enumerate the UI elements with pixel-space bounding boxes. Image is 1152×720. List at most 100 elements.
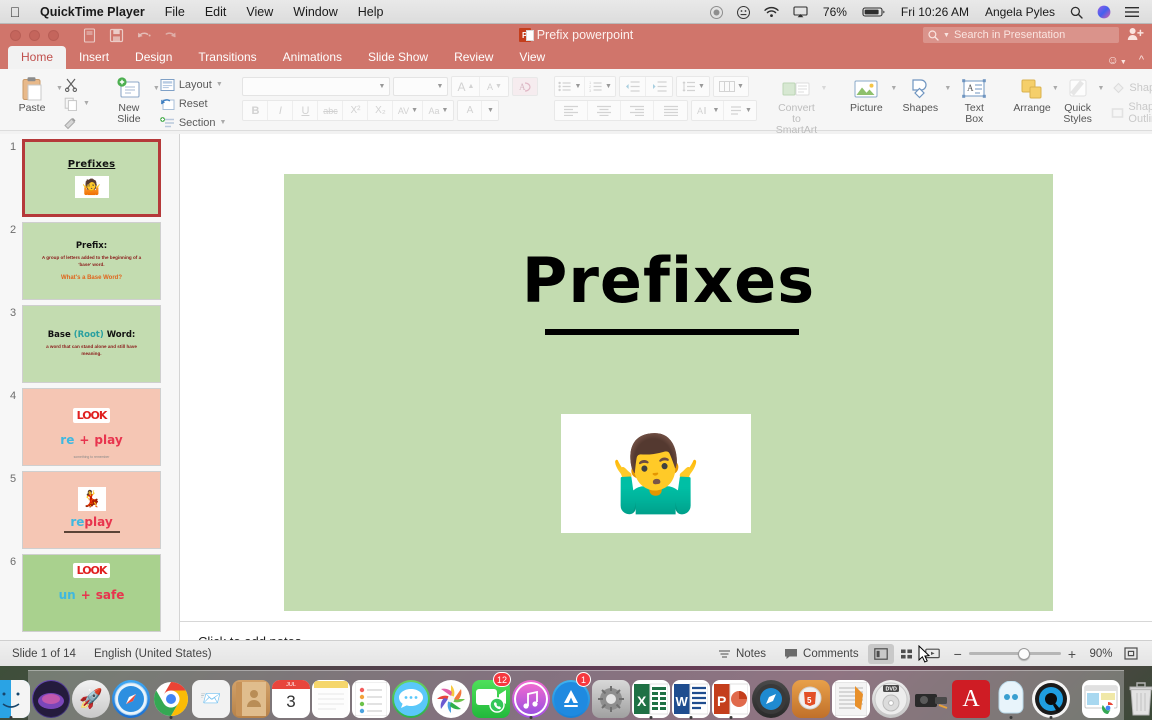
dock-item-launchpad[interactable]: 🚀 — [72, 674, 110, 718]
paste-dropdown-arrow[interactable]: ▼ — [55, 71, 63, 92]
numbering-button[interactable]: 1 2 3 ▼ — [585, 77, 616, 96]
underline-button[interactable]: U — [293, 101, 319, 120]
menu-file[interactable]: File — [155, 0, 195, 24]
paste-button[interactable]: Paste — [9, 71, 55, 114]
search-input[interactable]: ▼ Search in Presentation — [923, 27, 1119, 43]
convert-to-smartart-button[interactable]: Convert to SmartArt — [773, 71, 819, 136]
dock-item-reminders[interactable] — [352, 674, 390, 718]
comments-button[interactable]: Comments — [775, 644, 868, 664]
shape-fill-button[interactable]: Shape Fill ▼ — [1110, 79, 1152, 96]
cut-button[interactable] — [63, 76, 90, 93]
slide-title-text[interactable]: Prefixes — [284, 244, 1053, 317]
font-name-select[interactable]: ▼ — [242, 77, 391, 96]
slide-image-placeholder[interactable]: 🤷‍♂️ — [561, 414, 751, 533]
tab-transitions[interactable]: Transitions — [185, 46, 269, 69]
align-text-button[interactable]: ▼ — [724, 101, 757, 120]
dock-item-photo-booth[interactable] — [992, 674, 1030, 719]
shapes-dropdown-arrow[interactable]: ▼ — [943, 71, 951, 92]
copy-button[interactable]: ▼ — [63, 95, 90, 112]
clock[interactable]: Fri 10:26 AM — [893, 0, 977, 24]
dock-item-safari[interactable] — [112, 674, 150, 718]
dock-item-messages[interactable] — [392, 674, 430, 718]
slide-thumbnail-1[interactable]: Prefixes 🤷 — [22, 139, 161, 217]
shape-outline-button[interactable]: Shape Outline ▼ — [1110, 101, 1152, 125]
dock-item-photos[interactable] — [432, 674, 470, 718]
dock-item-safari-alt[interactable] — [752, 674, 790, 718]
shrink-font-button[interactable]: A ▼ — [480, 77, 509, 96]
slide-thumbnail-3[interactable]: Base (Root) Word: a word that can stand … — [22, 305, 161, 383]
strikethrough-button[interactable]: abc — [318, 101, 344, 120]
clear-formatting-button[interactable]: A — [512, 77, 539, 96]
italic-button[interactable]: I — [268, 101, 294, 120]
align-right-button[interactable] — [621, 101, 655, 120]
dock-item-finder[interactable] — [0, 674, 30, 719]
layout-button[interactable]: Layout ▼ — [160, 76, 227, 93]
section-button[interactable]: Section ▼ — [160, 114, 226, 131]
share-icon[interactable] — [1127, 27, 1144, 44]
tab-home[interactable]: Home — [8, 46, 67, 69]
zoom-slider[interactable]: − + — [946, 646, 1084, 662]
dock-item-word[interactable]: W — [672, 674, 710, 719]
font-color-button[interactable]: A — [458, 101, 483, 120]
collapse-ribbon-icon[interactable]: ^ — [1139, 54, 1144, 66]
slide-thumbnails-panel[interactable]: 1 Prefixes 🤷 2 Prefix: A group of letter… — [0, 134, 180, 660]
new-slide-dropdown-arrow[interactable]: ▼ — [152, 71, 160, 92]
dock-item-excel[interactable]: X — [632, 674, 670, 719]
bullets-button[interactable]: ▼ — [555, 77, 586, 96]
tab-animations[interactable]: Animations — [270, 46, 355, 69]
zoom-track[interactable] — [968, 647, 1061, 660]
current-slide-canvas[interactable]: Prefixes 🤷‍♂️ — [284, 174, 1053, 611]
menu-window[interactable]: Window — [283, 0, 347, 24]
dock-item-powerpoint[interactable]: P — [712, 674, 750, 719]
dock-item-contacts[interactable] — [232, 674, 270, 718]
menu-edit[interactable]: Edit — [195, 0, 237, 24]
quick-styles-button[interactable]: Quick Styles — [1059, 71, 1097, 125]
align-center-button[interactable] — [588, 101, 622, 120]
dock-item-chrome[interactable] — [152, 674, 190, 719]
dock-item-siri[interactable] — [32, 674, 70, 718]
text-direction-button[interactable]: A ▼ — [692, 101, 725, 120]
decrease-indent-button[interactable] — [620, 77, 647, 96]
subscript-button[interactable]: X₂ — [368, 101, 394, 120]
slide-editor[interactable]: Prefixes 🤷‍♂️ Click to add notes — [180, 134, 1152, 660]
slide-thumbnail-5[interactable]: 💃 replay — [22, 471, 161, 549]
dock-item-html5[interactable]: 5 — [792, 674, 830, 718]
dock-item-adobe-reader[interactable]: A — [952, 674, 990, 718]
bold-button[interactable]: B — [243, 101, 269, 120]
zoom-in-button[interactable]: + — [1068, 646, 1076, 662]
font-size-select[interactable]: ▼ — [393, 77, 449, 96]
dock-item-textedit[interactable] — [832, 674, 870, 718]
minimize-button[interactable] — [29, 29, 40, 41]
align-left-button[interactable] — [555, 101, 589, 120]
change-case-button[interactable]: Aa ▼ — [423, 101, 454, 120]
character-spacing-button[interactable]: AV ▼ — [393, 101, 424, 120]
fit-to-window-button[interactable] — [1118, 644, 1144, 664]
reset-button[interactable]: Reset — [160, 95, 227, 112]
arrange-button[interactable]: Arrange — [1013, 71, 1051, 114]
battery-icon[interactable] — [855, 0, 893, 24]
save-as-icon[interactable] — [81, 27, 98, 44]
notes-button[interactable]: Notes — [709, 644, 775, 664]
tab-insert[interactable]: Insert — [66, 46, 122, 69]
dock-item-facetime[interactable]: 12 — [472, 672, 511, 718]
dock-item-itunes[interactable] — [512, 674, 550, 719]
text-box-button[interactable]: A Text Box — [951, 71, 997, 125]
smartart-dropdown-arrow[interactable]: ▼ — [819, 71, 827, 92]
dock-item-app-store[interactable]: 1 — [552, 672, 591, 718]
grow-font-button[interactable]: A ▲ — [452, 77, 481, 96]
dock-item-calendar[interactable]: JUL 3 — [272, 674, 310, 718]
tab-slide-show[interactable]: Slide Show — [355, 46, 441, 69]
current-user[interactable]: Angela Pyles — [977, 0, 1063, 24]
picture-button[interactable]: Picture — [843, 71, 889, 114]
smiley-feedback-icon[interactable]: ☺▼ — [1107, 53, 1127, 67]
tab-review[interactable]: Review — [441, 46, 506, 69]
increase-indent-button[interactable] — [646, 77, 673, 96]
shapes-button[interactable]: Shapes — [897, 71, 943, 114]
line-spacing-button[interactable]: ▼ — [677, 77, 710, 96]
slide-sorter-button[interactable] — [894, 644, 920, 664]
airplay-icon[interactable] — [786, 0, 815, 24]
slide-thumbnail-4[interactable]: LOOK re + play something to remember — [22, 388, 161, 466]
dock-item-notes[interactable] — [312, 674, 350, 718]
notification-center-icon[interactable] — [1118, 0, 1146, 24]
dock-item-trash[interactable] — [1122, 674, 1152, 718]
